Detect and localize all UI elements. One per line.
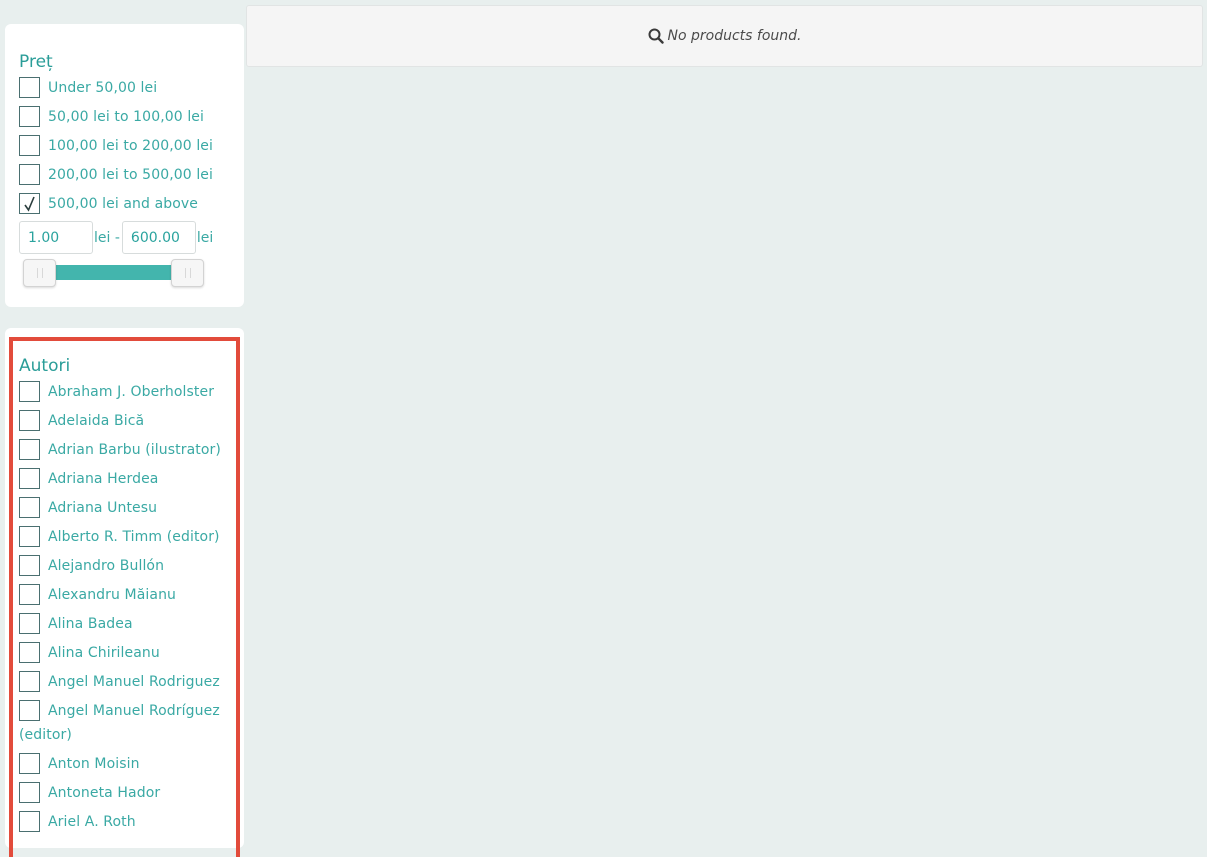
checkbox[interactable] [19, 439, 40, 460]
checkbox-checked[interactable] [19, 193, 40, 214]
author-option[interactable]: Abraham J. Oberholster [19, 380, 240, 404]
author-option-label: Adrian Barbu (ilustrator) [48, 442, 221, 458]
author-option[interactable]: Antoneta Hador [19, 781, 240, 805]
checkbox[interactable] [19, 77, 40, 98]
checkbox[interactable] [19, 135, 40, 156]
checkbox[interactable] [19, 106, 40, 127]
price-filter-panel: Preț Under 50,00 lei 50,00 lei to 100,00… [5, 24, 244, 307]
authors-filter-panel: Autori Abraham J. Oberholster Adelaida B… [5, 328, 244, 857]
checkbox[interactable] [19, 381, 40, 402]
author-option-label: Antoneta Hador [48, 785, 161, 801]
author-option[interactable]: Alberto R. Timm (editor) [19, 525, 240, 549]
author-option-label: Alberto R. Timm (editor) [48, 529, 220, 545]
author-option[interactable]: Angel Manuel Rodriguez [19, 670, 240, 694]
price-option-200-500[interactable]: 200,00 lei to 500,00 lei [19, 163, 240, 187]
author-option-label: Alina Badea [48, 616, 133, 632]
author-option-label: Ariel A. Roth [48, 814, 136, 830]
price-option-50-100[interactable]: 50,00 lei to 100,00 lei [19, 105, 240, 129]
price-option-label: 50,00 lei to 100,00 lei [48, 109, 205, 125]
checkbox[interactable] [19, 526, 40, 547]
checkbox[interactable] [19, 782, 40, 803]
price-option-label: 200,00 lei to 500,00 lei [48, 167, 214, 183]
no-products-notice: No products found. [246, 5, 1203, 67]
author-option[interactable]: Adriana Untesu [19, 496, 240, 520]
checkbox[interactable] [19, 700, 40, 721]
authors-filter-title: Autori [19, 356, 71, 376]
author-option[interactable]: Anton Moisin [19, 752, 240, 776]
price-filter-title: Preț [19, 52, 53, 72]
price-slider-min-handle[interactable] [23, 259, 56, 287]
author-option-label: Alina Chirileanu [48, 645, 160, 661]
checkbox[interactable] [19, 613, 40, 634]
checkbox[interactable] [19, 164, 40, 185]
author-option-label: Adriana Herdea [48, 471, 159, 487]
checkbox[interactable] [19, 468, 40, 489]
author-option-label: Adelaida Bică [48, 413, 145, 429]
author-option[interactable]: Angel Manuel Rodríguez (editor) [19, 699, 231, 747]
price-option-100-200[interactable]: 100,00 lei to 200,00 lei [19, 134, 240, 158]
checkbox[interactable] [19, 584, 40, 605]
price-option-label: 100,00 lei to 200,00 lei [48, 138, 214, 154]
price-option-500-above[interactable]: 500,00 lei and above [19, 192, 240, 216]
author-option-label: Alejandro Bullón [48, 558, 165, 574]
price-slider-max-handle[interactable] [171, 259, 204, 287]
author-option[interactable]: Alina Badea [19, 612, 240, 636]
author-option-label: Angel Manuel Rodriguez [48, 674, 220, 690]
checkbox[interactable] [19, 642, 40, 663]
price-min-input[interactable] [19, 221, 93, 254]
price-option-under-50[interactable]: Under 50,00 lei [19, 76, 240, 100]
price-range-inputs: lei - lei [19, 221, 215, 254]
author-option-label: Angel Manuel Rodríguez (editor) [19, 703, 220, 743]
author-option-label: Alexandru Măianu [48, 587, 177, 603]
price-option-label: Under 50,00 lei [48, 80, 158, 96]
checkbox[interactable] [19, 410, 40, 431]
checkbox[interactable] [19, 671, 40, 692]
price-max-input[interactable] [121, 221, 196, 254]
author-option[interactable]: Adrian Barbu (ilustrator) [19, 438, 240, 462]
checkbox[interactable] [19, 497, 40, 518]
author-option[interactable]: Alejandro Bullón [19, 554, 240, 578]
author-option-label: Anton Moisin [48, 756, 140, 772]
author-option-label: Adriana Untesu [48, 500, 158, 516]
price-max-unit: lei [196, 229, 214, 246]
author-option[interactable]: Adriana Herdea [19, 467, 240, 491]
price-slider-range [39, 265, 187, 280]
checkbox[interactable] [19, 753, 40, 774]
author-option-label: Abraham J. Oberholster [48, 384, 215, 400]
no-products-message: No products found. [667, 28, 802, 44]
author-option[interactable]: Alina Chirileanu [19, 641, 240, 665]
checkmark-icon [23, 196, 35, 212]
checkbox[interactable] [19, 811, 40, 832]
price-option-label: 500,00 lei and above [48, 196, 198, 212]
author-option[interactable]: Ariel A. Roth [19, 810, 240, 834]
author-option[interactable]: Adelaida Bică [19, 409, 240, 433]
price-min-unit: lei - [94, 229, 120, 246]
search-icon [648, 28, 664, 44]
checkbox[interactable] [19, 555, 40, 576]
author-option[interactable]: Alexandru Măianu [19, 583, 240, 607]
